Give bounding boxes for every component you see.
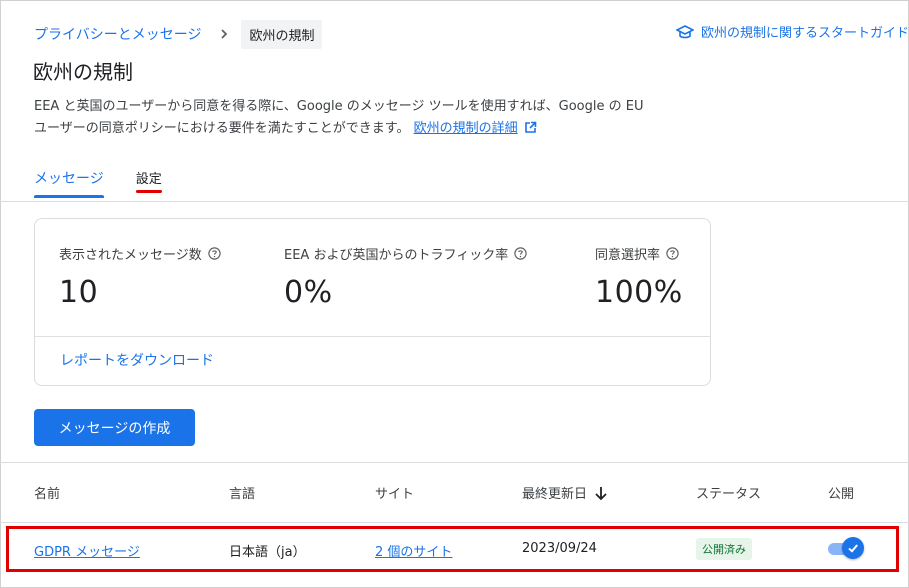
column-header-last-updated[interactable]: 最終更新日	[522, 483, 609, 502]
page-description: EEA と英国のユーザーから同意を得る際に、Google のメッセージ ツールを…	[34, 96, 654, 140]
description-text: EEA と英国のユーザーから同意を得る際に、Google のメッセージ ツールを…	[34, 99, 644, 136]
column-header-published[interactable]: 公開	[828, 483, 854, 502]
breadcrumb-parent-link[interactable]: プライバシーとメッセージ	[34, 24, 201, 44]
chevron-right-icon	[221, 29, 228, 39]
stat-label: 表示されたメッセージ数	[59, 248, 202, 263]
help-icon[interactable]	[208, 247, 221, 260]
message-updated-date: 2023/09/24	[522, 541, 597, 556]
tab-messages[interactable]: メッセージ	[34, 166, 104, 198]
stat-value: 0%	[284, 275, 333, 310]
stat-messages-shown: 表示されたメッセージ数 10	[59, 244, 221, 310]
stat-value: 100%	[595, 275, 683, 310]
stat-value: 10	[59, 275, 99, 310]
column-header-status[interactable]: ステータス	[696, 483, 761, 502]
check-icon	[848, 544, 858, 553]
page-title: 欧州の規制	[33, 60, 133, 84]
message-name-link[interactable]: GDPR メッセージ	[34, 541, 140, 560]
stats-card: 表示されたメッセージ数 10 EEA および英国からのトラフィック率 0% 同意…	[34, 218, 711, 386]
message-sites-link[interactable]: 2 個のサイト	[375, 541, 452, 560]
table-row-highlight	[6, 526, 899, 572]
open-in-new-icon	[524, 121, 536, 133]
stat-consent-rate: 同意選択率 100%	[595, 244, 683, 310]
message-language: 日本語（ja）	[229, 545, 306, 560]
toggle-knob	[842, 537, 864, 559]
column-header-sites[interactable]: サイト	[375, 483, 414, 502]
tabs-divider	[0, 201, 909, 202]
help-icon[interactable]	[514, 247, 527, 260]
start-guide-label: 欧州の規制に関するスタートガイド	[700, 26, 909, 41]
column-header-language[interactable]: 言語	[229, 483, 255, 502]
create-message-button[interactable]: メッセージの作成	[34, 409, 195, 446]
table-top-divider	[0, 462, 909, 463]
breadcrumb-current: 欧州の規制	[241, 19, 323, 49]
column-header-label: 最終更新日	[522, 487, 588, 502]
stat-label: 同意選択率	[595, 248, 661, 263]
help-icon[interactable]	[666, 247, 679, 260]
card-divider	[35, 336, 710, 337]
school-icon	[675, 24, 694, 38]
arrow-down-icon	[595, 486, 607, 500]
download-report-link[interactable]: レポートをダウンロード	[60, 350, 214, 370]
start-guide-link[interactable]: 欧州の規制に関するスタートガイド	[675, 22, 909, 41]
details-link[interactable]: 欧州の規制の詳細	[414, 121, 518, 136]
breadcrumb: プライバシーとメッセージ 欧州の規制	[34, 19, 323, 49]
publish-toggle[interactable]	[828, 537, 864, 559]
table-header-divider	[0, 522, 909, 523]
column-header-name[interactable]: 名前	[34, 483, 60, 502]
tab-settings[interactable]: 設定	[135, 166, 162, 198]
status-badge: 公開済み	[696, 538, 752, 560]
stat-traffic-rate: EEA および英国からのトラフィック率 0%	[284, 244, 527, 310]
tab-bar: メッセージ 設定	[34, 166, 194, 198]
stat-label: EEA および英国からのトラフィック率	[284, 248, 509, 263]
